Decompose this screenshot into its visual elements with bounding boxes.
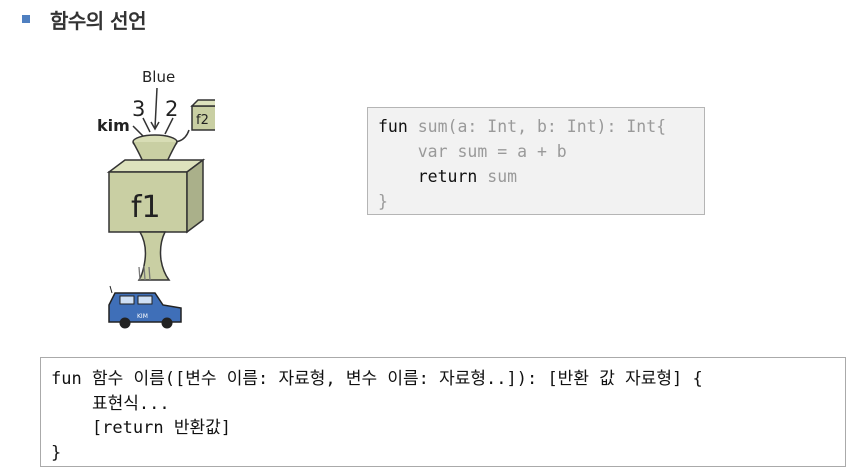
function-machine-illustration: Blue 3 2 kim f2 f1 KIM — [97, 68, 215, 329]
syntax-line-1: fun 함수 이름([변수 이름: 자료형, 변수 이름: 자료형..]): [… — [51, 369, 703, 389]
input-label-blue: Blue — [142, 68, 175, 86]
code-line-2: var sum = a + b — [378, 142, 567, 161]
output-spout-icon — [137, 231, 171, 281]
code-line-1: fun sum(a: Int, b: Int): Int{ — [378, 114, 694, 139]
car-icon: KIM — [108, 285, 182, 329]
code-line-4: } — [378, 192, 388, 211]
keyword-return: return — [417, 167, 478, 186]
f1-label: f1 — [131, 190, 161, 225]
f1-box-icon: f1 — [106, 158, 206, 234]
example-code-box: fun sum(a: Int, b: Int): Int{ var sum = … — [367, 107, 705, 215]
syntax-line-3: [return 반환값] — [51, 418, 231, 438]
syntax-box: fun 함수 이름([변수 이름: 자료형, 변수 이름: 자료형..]): [… — [40, 357, 846, 467]
car-label: KIM — [137, 313, 148, 320]
code-fragment: sum(a: Int, b: Int): Int{ — [407, 117, 667, 136]
title-row: 함수의 선언 — [22, 4, 146, 34]
input-label-3: 3 — [132, 97, 145, 121]
input-label-kim: kim — [97, 116, 130, 135]
f2-box-icon: f2 — [190, 99, 215, 131]
input-label-2: 2 — [165, 97, 178, 121]
syntax-line-2: 표현식... — [51, 393, 170, 414]
input-labels: Blue 3 2 kim — [97, 68, 178, 135]
code-line-3: return sum — [378, 164, 694, 189]
f2-label: f2 — [196, 113, 209, 128]
syntax-line-4: } — [51, 442, 62, 463]
bullet-square-icon — [22, 15, 30, 23]
page-title: 함수의 선언 — [50, 8, 146, 33]
keyword-fun: fun — [378, 117, 408, 136]
code-fragment: sum — [477, 167, 518, 186]
